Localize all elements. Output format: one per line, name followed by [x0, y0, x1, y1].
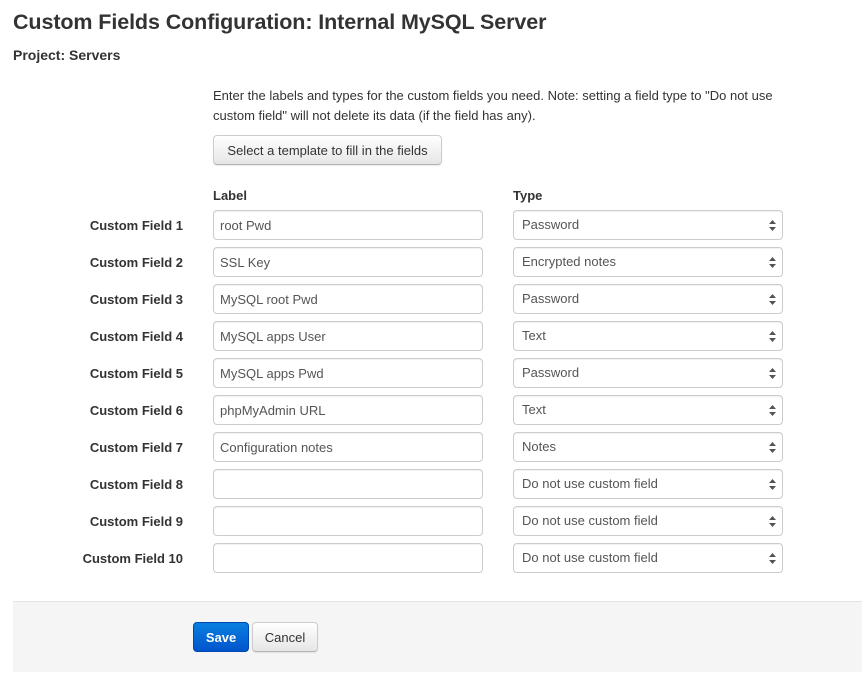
- selected-type: Do not use custom field: [522, 550, 658, 565]
- custom-field-row: Custom Field 10 Do not use custom field: [0, 543, 862, 580]
- custom-field-name: Custom Field 9: [89, 514, 183, 529]
- custom-field-row: Custom Field 8 Do not use custom field: [0, 469, 862, 506]
- select-arrows-icon: [769, 294, 776, 305]
- custom-field-type-select[interactable]: Password: [513, 284, 783, 314]
- select-arrows-icon: [769, 405, 776, 416]
- selected-type: Password: [522, 365, 580, 380]
- cancel-button[interactable]: Cancel: [252, 622, 318, 652]
- custom-fields-list: Custom Field 1 Password Custom Field 2 E…: [0, 210, 862, 580]
- custom-field-row: Custom Field 5 Password: [0, 358, 862, 395]
- selected-type: Text: [522, 328, 546, 343]
- label-column-header: Label: [213, 188, 247, 203]
- custom-field-type-select[interactable]: Do not use custom field: [513, 469, 783, 499]
- intro-text: Enter the labels and types for the custo…: [213, 88, 773, 123]
- custom-field-type-select[interactable]: Text: [513, 395, 783, 425]
- custom-field-row: Custom Field 1 Password: [0, 210, 862, 247]
- select-arrows-icon: [769, 479, 776, 490]
- custom-field-type-select[interactable]: Do not use custom field: [513, 506, 783, 536]
- custom-field-row: Custom Field 4 Text: [0, 321, 862, 358]
- custom-field-row: Custom Field 9 Do not use custom field: [0, 506, 862, 543]
- select-arrows-icon: [769, 220, 776, 231]
- custom-field-label-input[interactable]: [213, 284, 483, 314]
- selected-type: Do not use custom field: [522, 513, 658, 528]
- select-template-button[interactable]: Select a template to fill in the fields: [213, 135, 442, 165]
- select-arrows-icon: [769, 442, 776, 453]
- type-column-header: Type: [513, 188, 543, 203]
- project-subtitle: Project: Servers: [13, 47, 121, 63]
- custom-field-name: Custom Field 10: [82, 551, 183, 566]
- custom-field-name: Custom Field 6: [89, 403, 183, 418]
- custom-field-name: Custom Field 8: [89, 477, 183, 492]
- custom-field-type-select[interactable]: Text: [513, 321, 783, 351]
- custom-field-name: Custom Field 1: [89, 218, 183, 233]
- custom-field-label-input[interactable]: [213, 395, 483, 425]
- custom-field-label-input[interactable]: [213, 469, 483, 499]
- custom-field-type-select[interactable]: Password: [513, 210, 783, 240]
- custom-field-type-select[interactable]: Notes: [513, 432, 783, 462]
- custom-field-label-input[interactable]: [213, 321, 483, 351]
- selected-type: Password: [522, 217, 580, 232]
- custom-field-row: Custom Field 3 Password: [0, 284, 862, 321]
- select-arrows-icon: [769, 331, 776, 342]
- custom-field-row: Custom Field 6 Text: [0, 395, 862, 432]
- custom-field-row: Custom Field 2 Encrypted notes: [0, 247, 862, 284]
- select-arrows-icon: [769, 553, 776, 564]
- custom-field-type-select[interactable]: Password: [513, 358, 783, 388]
- custom-field-label-input[interactable]: [213, 358, 483, 388]
- custom-field-label-input[interactable]: [213, 210, 483, 240]
- select-arrows-icon: [769, 257, 776, 268]
- select-arrows-icon: [769, 368, 776, 379]
- page-title: Custom Fields Configuration: Internal My…: [13, 10, 547, 34]
- selected-type: Password: [522, 291, 580, 306]
- selected-type: Encrypted notes: [522, 254, 616, 269]
- selected-type: Notes: [522, 439, 556, 454]
- form-actions: Save Cancel: [13, 601, 862, 672]
- select-arrows-icon: [769, 516, 776, 527]
- custom-field-type-select[interactable]: Do not use custom field: [513, 543, 783, 573]
- custom-field-label-input[interactable]: [213, 543, 483, 573]
- selected-type: Text: [522, 402, 546, 417]
- save-button[interactable]: Save: [193, 622, 249, 652]
- custom-field-label-input[interactable]: [213, 506, 483, 536]
- custom-field-label-input[interactable]: [213, 247, 483, 277]
- custom-field-type-select[interactable]: Encrypted notes: [513, 247, 783, 277]
- selected-type: Do not use custom field: [522, 476, 658, 491]
- custom-field-name: Custom Field 2: [89, 255, 183, 270]
- custom-field-name: Custom Field 4: [89, 329, 183, 344]
- custom-field-label-input[interactable]: [213, 432, 483, 462]
- custom-field-name: Custom Field 3: [89, 292, 183, 307]
- custom-field-name: Custom Field 5: [89, 366, 183, 381]
- custom-field-name: Custom Field 7: [89, 440, 183, 455]
- custom-field-row: Custom Field 7 Notes: [0, 432, 862, 469]
